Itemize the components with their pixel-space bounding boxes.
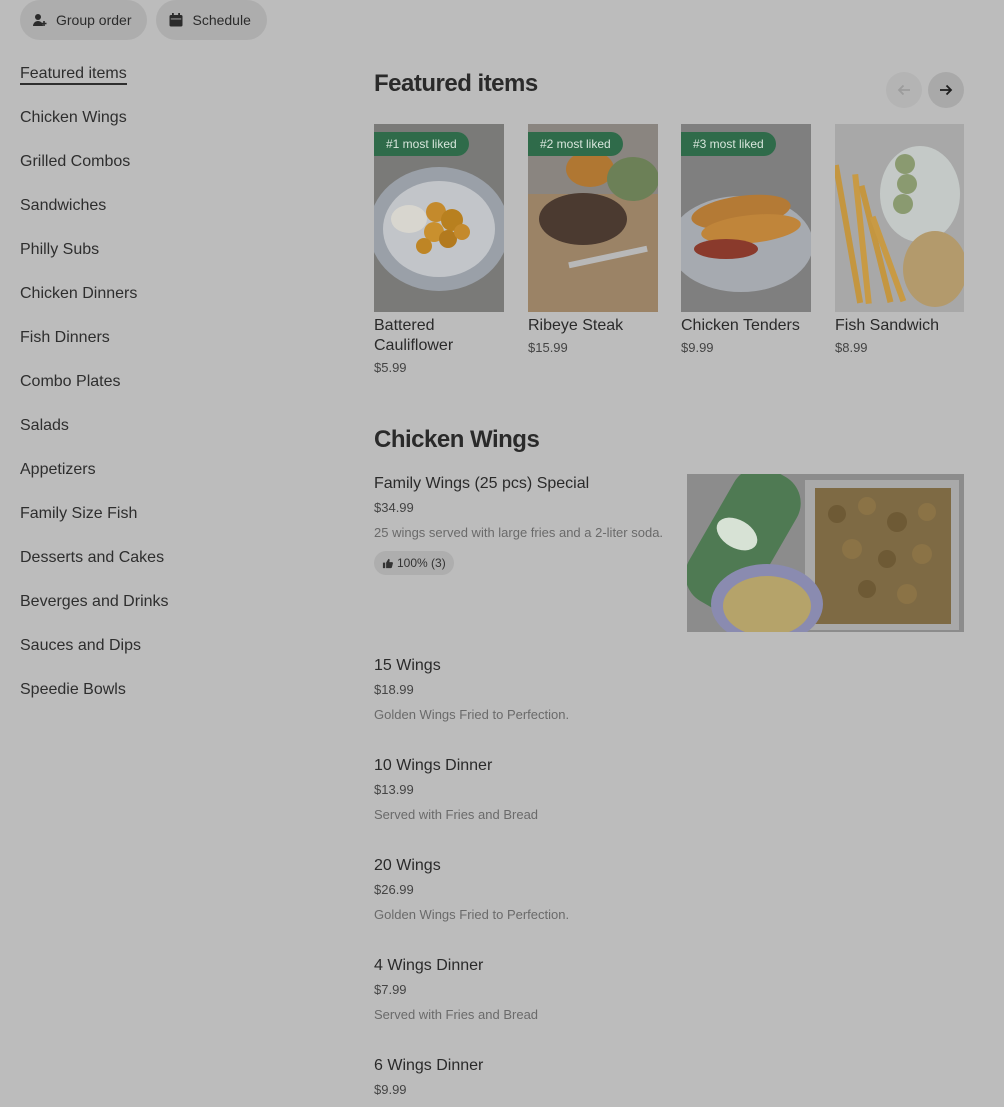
menu-item-price: $7.99 [374, 982, 407, 997]
most-liked-badge: #1 most liked [374, 132, 469, 156]
sidebar-item-salads[interactable]: Salads [20, 414, 320, 458]
menu-item-price: $9.99 [374, 1082, 407, 1097]
chicken-wings-section-title: Chicken Wings [374, 426, 540, 453]
arrow-left-icon [897, 84, 910, 96]
menu-main: Featured items #1 most liked Battered Ca… [374, 70, 964, 1097]
carousel-next-button[interactable] [928, 72, 964, 108]
menu-item-description: Golden Wings Fried to Perfection. [374, 707, 570, 722]
thumbs-up-icon [382, 558, 393, 568]
sidebar-item-combo-plates[interactable]: Combo Plates [20, 370, 320, 414]
menu-item-name: 6 Wings Dinner [374, 1057, 484, 1074]
menu-item-description: Served with Fries and Bread [374, 1007, 539, 1022]
sidebar-item-desserts-and-cakes[interactable]: Desserts and Cakes [20, 546, 320, 590]
sidebar-item-appetizers[interactable]: Appetizers [20, 458, 320, 502]
menu-item-name: 20 Wings [374, 857, 441, 874]
add-person-icon [32, 12, 48, 28]
featured-item-price: $8.99 [835, 340, 868, 355]
sidebar-item-beverges-and-drinks[interactable]: Beverges and Drinks [20, 590, 320, 634]
sidebar-item-label: Chicken Wings [20, 109, 127, 126]
schedule-button[interactable]: Schedule [156, 0, 267, 40]
sidebar-item-label: Salads [20, 417, 69, 434]
sidebar-item-chicken-wings[interactable]: Chicken Wings [20, 106, 320, 150]
group-order-label: Group order [56, 12, 132, 28]
sidebar-item-sauces-and-dips[interactable]: Sauces and Dips [20, 634, 320, 678]
menu-item-name: 10 Wings Dinner [374, 757, 493, 774]
menu-item[interactable]: 20 Wings $26.99 Golden Wings Fried to Pe… [374, 856, 964, 925]
menu-item[interactable]: 15 Wings $18.99 Golden Wings Fried to Pe… [374, 656, 964, 725]
featured-card[interactable]: #3 most liked Chicken Tenders $9.99 [681, 124, 811, 355]
menu-item[interactable]: 6 Wings Dinner $9.99 [374, 1056, 964, 1097]
rating-badge: 100% (3) [374, 551, 454, 575]
sidebar-item-label: Beverges and Drinks [20, 593, 169, 610]
featured-card[interactable]: #2 most liked Ribeye Steak $15.99 [528, 124, 658, 355]
sidebar-item-philly-subs[interactable]: Philly Subs [20, 238, 320, 282]
group-order-button[interactable]: Group order [20, 0, 148, 40]
menu-item-name: 15 Wings [374, 657, 441, 674]
menu-item[interactable]: Family Wings (25 pcs) Special $34.99 25 … [374, 474, 964, 632]
sidebar-item-family-size-fish[interactable]: Family Size Fish [20, 502, 320, 546]
menu-item-description: Golden Wings Fried to Perfection. [374, 907, 570, 922]
sidebar-item-label: Sandwiches [20, 197, 107, 214]
sidebar-item-label: Combo Plates [20, 373, 121, 390]
sidebar-item-grilled-combos[interactable]: Grilled Combos [20, 150, 320, 194]
sidebar-item-speedie-bowls[interactable]: Speedie Bowls [20, 678, 320, 722]
rating-text: 100% (3) [397, 556, 446, 570]
featured-item-price: $9.99 [681, 340, 714, 355]
featured-item-price: $5.99 [374, 360, 407, 375]
menu-item-name: 4 Wings Dinner [374, 957, 484, 974]
family-wings-image [687, 474, 964, 632]
featured-item-price: $15.99 [528, 340, 568, 355]
category-sidebar: Featured items Chicken Wings Grilled Com… [20, 62, 320, 722]
most-liked-badge: #2 most liked [528, 132, 623, 156]
menu-item[interactable]: 10 Wings Dinner $13.99 Served with Fries… [374, 756, 964, 825]
menu-item-price: $13.99 [374, 782, 414, 797]
featured-item-name: Ribeye Steak [528, 317, 624, 334]
menu-item-description: Served with Fries and Bread [374, 807, 539, 822]
menu-item-price: $26.99 [374, 882, 414, 897]
schedule-label: Schedule [192, 12, 251, 28]
sidebar-item-label: Featured items [20, 65, 127, 85]
menu-item-price: $18.99 [374, 682, 414, 697]
featured-card[interactable]: #1 most liked Battered Cauliflower $5.99 [374, 124, 504, 375]
sidebar-item-label: Family Size Fish [20, 505, 138, 522]
featured-item-name: Chicken Tenders [681, 317, 800, 334]
ribeye-steak-image: #2 most liked [528, 124, 658, 312]
top-buttons: Group order Schedule [20, 0, 267, 40]
carousel-controls [886, 72, 964, 108]
arrow-right-icon [940, 84, 953, 96]
sidebar-item-label: Speedie Bowls [20, 681, 126, 698]
chicken-tenders-image: #3 most liked [681, 124, 811, 312]
sidebar-item-label: Philly Subs [20, 241, 100, 258]
featured-carousel: #1 most liked Battered Cauliflower $5.99… [374, 124, 964, 394]
featured-item-name: Battered Cauliflower [374, 317, 454, 354]
sidebar-item-label: Chicken Dinners [20, 285, 138, 302]
featured-card[interactable]: Fish Sandwich $8.99 [835, 124, 964, 355]
sidebar-item-label: Desserts and Cakes [20, 549, 165, 566]
sidebar-item-label: Appetizers [20, 461, 96, 478]
fish-sandwich-image [835, 124, 964, 312]
sidebar-item-label: Sauces and Dips [20, 637, 141, 654]
sidebar-item-featured-items[interactable]: Featured items [20, 62, 320, 106]
calendar-icon [168, 12, 184, 28]
sidebar-item-label: Grilled Combos [20, 153, 131, 170]
carousel-prev-button[interactable] [886, 72, 922, 108]
battered-cauliflower-image: #1 most liked [374, 124, 504, 312]
sidebar-item-sandwiches[interactable]: Sandwiches [20, 194, 320, 238]
sidebar-item-label: Fish Dinners [20, 329, 110, 346]
sidebar-item-fish-dinners[interactable]: Fish Dinners [20, 326, 320, 370]
most-liked-badge: #3 most liked [681, 132, 776, 156]
featured-section-title: Featured items [374, 70, 538, 97]
sidebar-item-chicken-dinners[interactable]: Chicken Dinners [20, 282, 320, 326]
menu-item-description: 25 wings served with large fries and a 2… [374, 525, 664, 540]
featured-item-name: Fish Sandwich [835, 317, 940, 334]
menu-item[interactable]: 4 Wings Dinner $7.99 Served with Fries a… [374, 956, 964, 1025]
